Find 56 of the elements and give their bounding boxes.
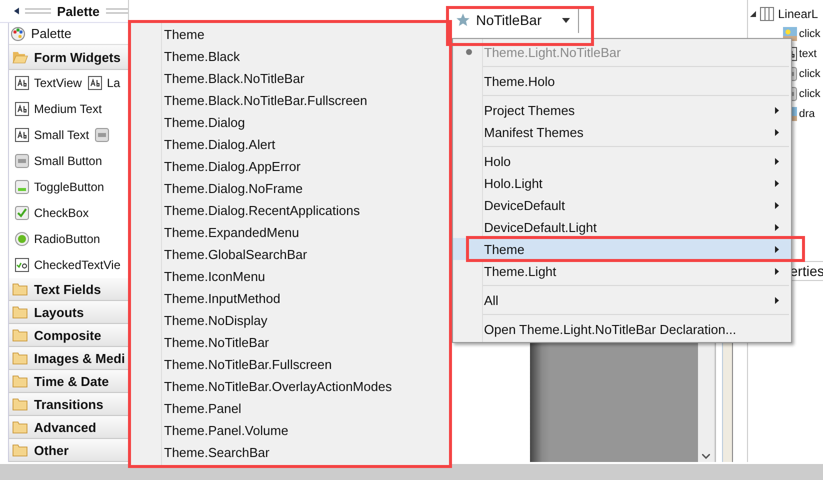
menu-item[interactable]: Theme.Dialog.Alert [131,134,449,156]
category-header[interactable]: Time & Date [9,370,128,393]
palette-label[interactable]: Palette [31,26,72,41]
palette-widget[interactable]: RadioButton [15,232,100,246]
menu-item[interactable]: Theme.Dialog.RecentApplications [131,200,449,222]
menu-item[interactable]: Theme.Black.NoTitleBar.Fullscreen [131,90,449,112]
menu-item[interactable]: Theme.IconMenu [131,266,449,288]
menu-item[interactable]: All [453,289,791,311]
tree-node[interactable]: click [799,88,820,100]
palette-widget[interactable]: Medium Text [15,102,102,116]
menu-item[interactable]: Theme.ExpandedMenu [131,222,449,244]
menu-item[interactable]: DeviceDefault.Light [453,216,791,238]
menu-item[interactable]: Theme.Black.NoTitleBar [131,68,449,90]
menu-item[interactable]: Manifest Themes [453,121,791,143]
tree-node[interactable]: click [799,68,820,80]
palette-widget[interactable]: ToggleButton [15,180,104,194]
menu-item[interactable]: Theme.Dialog.NoFrame [131,178,449,200]
menu-item[interactable]: Theme.Black [131,46,449,68]
menu-item[interactable]: Theme.Dialog [131,112,449,134]
menu-item[interactable]: Theme.NoTitleBar.OverlayActionModes [131,376,449,398]
palette-widget[interactable]: Small Button [15,154,102,168]
menu-item[interactable]: DeviceDefault [453,194,791,216]
category-header[interactable]: Images & Medi [9,347,128,370]
menu-item[interactable]: Theme.GlobalSearchBar [131,244,449,266]
tree-node[interactable]: click [799,28,820,40]
menu-item[interactable]: Theme.Dialog.AppError [131,156,449,178]
category-header[interactable]: Form Widgets [9,45,128,70]
palette-widget[interactable]: Small Text [15,128,90,142]
tree-node[interactable]: LinearL [778,7,818,21]
menu-item[interactable]: Theme.NoTitleBar.Fullscreen [131,354,449,376]
category-header[interactable]: Text Fields [9,278,128,301]
category-header[interactable]: Transitions [9,393,128,416]
menu-item[interactable]: Theme.Light [453,260,791,282]
menu-item[interactable]: Theme.SearchBar [131,442,449,464]
menu-item[interactable]: Theme.NoDisplay [131,310,449,332]
category-header[interactable]: Layouts [9,301,128,324]
menu-item[interactable]: Theme [131,24,449,46]
tree-node[interactable]: dra [799,108,815,120]
palette-widget[interactable]: CheckedTextVie [15,258,120,272]
tree-node[interactable]: text [799,48,817,60]
menu-item[interactable]: Project Themes [453,99,791,121]
menu-item[interactable]: Theme.Holo [453,70,791,92]
palette-title: Palette [57,4,100,18]
menu-item[interactable]: Holo.Light [453,172,791,194]
category-header[interactable]: Advanced [9,416,128,439]
menu-item[interactable]: Holo [453,150,791,172]
palette-widget[interactable]: TextView [15,76,82,90]
category-header[interactable]: Composite [9,324,128,347]
palette-widget[interactable]: La [88,76,120,90]
menu-item[interactable]: Theme.InputMethod [131,288,449,310]
menu-item[interactable]: Theme.NoTitleBar [131,332,449,354]
palette-widget[interactable]: CheckBox [15,206,89,220]
menu-item[interactable]: Open Theme.Light.NoTitleBar Declaration... [453,318,791,340]
menu-item[interactable]: Theme.Panel [131,398,449,420]
menu-item[interactable]: Theme.Panel.Volume [131,420,449,442]
category-header[interactable]: Other [9,439,128,462]
